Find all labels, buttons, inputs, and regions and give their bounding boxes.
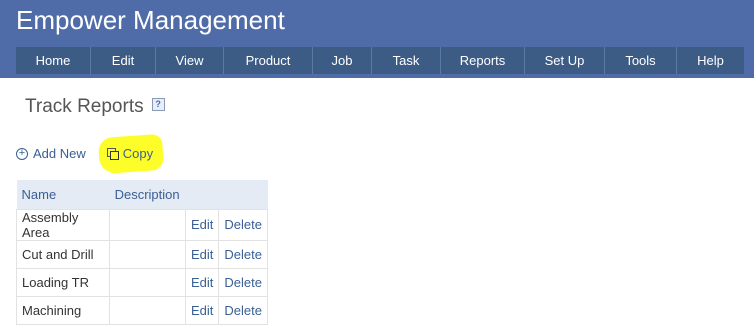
- row-name: Loading TR: [15, 267, 111, 297]
- copy-button-wrapper: Copy: [97, 133, 164, 175]
- row-delete-link[interactable]: Delete: [218, 239, 268, 269]
- column-header-delete: [218, 180, 268, 209]
- table-row: Cut and Drill Edit Delete: [15, 239, 268, 269]
- add-new-button[interactable]: + Add New: [16, 146, 86, 161]
- column-header-edit: [185, 180, 219, 209]
- page-title-row: Track Reports ?: [25, 96, 165, 118]
- table-row: Assembly Area Edit Delete: [15, 208, 268, 241]
- nav-item-task[interactable]: Task: [372, 47, 441, 74]
- add-new-label: Add New: [33, 146, 86, 161]
- row-description: [109, 267, 187, 297]
- main-nav: Home Edit View Product Job Task Reports …: [16, 47, 744, 74]
- row-description: [109, 295, 187, 325]
- row-description: [109, 208, 187, 241]
- nav-item-tools[interactable]: Tools: [605, 47, 677, 74]
- row-edit-link[interactable]: Edit: [185, 295, 220, 325]
- row-edit-link[interactable]: Edit: [185, 239, 220, 269]
- row-delete-link[interactable]: Delete: [218, 295, 268, 325]
- row-delete-link[interactable]: Delete: [218, 208, 268, 241]
- copy-icon: [106, 147, 119, 160]
- row-edit-link[interactable]: Edit: [185, 208, 220, 241]
- row-name: Cut and Drill: [15, 239, 111, 269]
- row-edit-link[interactable]: Edit: [185, 267, 220, 297]
- row-delete-link[interactable]: Delete: [218, 267, 268, 297]
- help-icon[interactable]: ?: [151, 97, 165, 111]
- table-header-row: Name Description: [16, 180, 268, 209]
- app-title: Empower Management: [16, 5, 285, 35]
- nav-item-product[interactable]: Product: [224, 47, 313, 74]
- action-bar: + Add New Copy: [16, 133, 164, 175]
- nav-item-setup[interactable]: Set Up: [525, 47, 605, 74]
- table-row: Loading TR Edit Delete: [15, 267, 268, 297]
- nav-item-home[interactable]: Home: [16, 47, 91, 74]
- nav-item-help[interactable]: Help: [677, 47, 744, 74]
- copy-label: Copy: [122, 146, 154, 161]
- nav-item-job[interactable]: Job: [313, 47, 372, 74]
- app-header: Empower Management Home Edit View Produc…: [0, 0, 754, 78]
- copy-button[interactable]: Copy: [106, 146, 154, 161]
- row-name: Machining: [15, 295, 111, 325]
- nav-item-edit[interactable]: Edit: [91, 47, 156, 74]
- nav-item-view[interactable]: View: [156, 47, 224, 74]
- column-header-description[interactable]: Description: [109, 180, 186, 209]
- row-name: Assembly Area: [15, 208, 111, 241]
- nav-item-reports[interactable]: Reports: [441, 47, 525, 74]
- add-circle-icon: +: [16, 147, 28, 160]
- table-row: Machining Edit Delete: [15, 295, 268, 325]
- row-description: [109, 239, 187, 269]
- column-header-name[interactable]: Name: [16, 180, 110, 209]
- reports-table: Name Description Assembly Area Edit Dele…: [15, 180, 268, 325]
- page-title: Track Reports: [25, 96, 144, 117]
